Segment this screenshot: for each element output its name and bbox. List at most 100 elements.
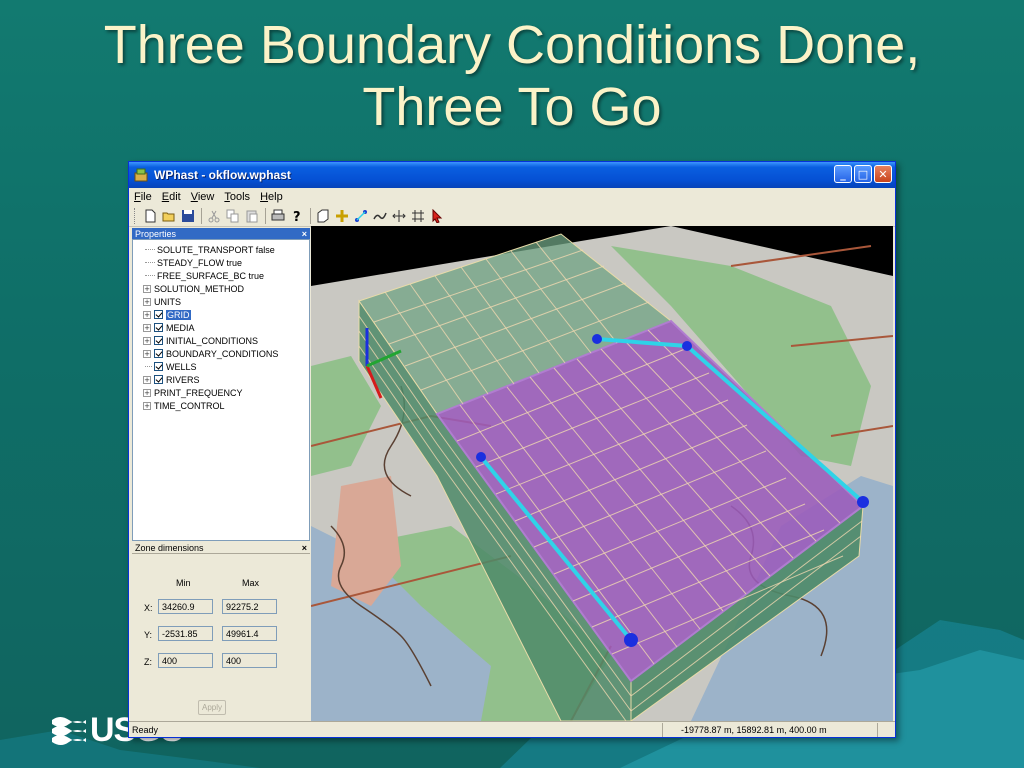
open-folder-icon bbox=[162, 212, 175, 221]
tree-item-label: MEDIA bbox=[166, 322, 195, 333]
tree-item-grid[interactable]: + GRID bbox=[133, 308, 309, 321]
media-checkbox[interactable] bbox=[154, 323, 163, 332]
paste-button[interactable] bbox=[243, 207, 261, 225]
river-node[interactable] bbox=[857, 496, 869, 508]
properties-title: Properties bbox=[135, 228, 177, 239]
new-file-icon bbox=[145, 209, 156, 222]
expand-icon[interactable]: + bbox=[143, 297, 151, 306]
zone-y-min-field[interactable]: -2531.85 bbox=[158, 626, 213, 641]
tree-item-rivers[interactable]: + RIVERS bbox=[133, 373, 309, 386]
expand-icon[interactable]: + bbox=[143, 336, 151, 345]
zone-dimensions-close-icon[interactable]: × bbox=[302, 543, 307, 553]
initial-conditions-checkbox[interactable] bbox=[154, 336, 163, 345]
grid-icon bbox=[412, 209, 424, 222]
menu-tools[interactable]: Tools bbox=[219, 191, 255, 203]
river-node[interactable] bbox=[476, 452, 486, 462]
toolbar-grip[interactable] bbox=[134, 207, 138, 224]
copy-button[interactable] bbox=[224, 207, 242, 225]
zone-x-max-field[interactable]: 92275.2 bbox=[222, 599, 277, 614]
rivers-checkbox[interactable] bbox=[154, 375, 163, 384]
expand-icon[interactable]: + bbox=[143, 401, 151, 410]
zone-button[interactable] bbox=[314, 207, 332, 225]
wells-icon bbox=[355, 209, 367, 222]
paste-icon bbox=[246, 210, 258, 222]
wells-checkbox[interactable] bbox=[154, 362, 163, 371]
tree-item-label: WELLS bbox=[166, 361, 197, 372]
boundary-conditions-checkbox[interactable] bbox=[154, 349, 163, 358]
zone-z-min-field[interactable]: 400 bbox=[158, 653, 213, 668]
move-grid-icon bbox=[392, 209, 406, 222]
grid-button[interactable] bbox=[409, 207, 427, 225]
grid-checkbox[interactable] bbox=[154, 310, 163, 319]
tree-connector bbox=[145, 262, 155, 263]
expand-icon[interactable]: + bbox=[143, 310, 151, 319]
zone-x-label: X: bbox=[144, 603, 153, 613]
title-bar[interactable]: WPhast - okflow.wphast _ □ ✕ bbox=[129, 162, 895, 188]
new-file-button[interactable] bbox=[141, 207, 159, 225]
expand-icon[interactable]: + bbox=[143, 349, 151, 358]
river-button[interactable] bbox=[371, 207, 389, 225]
tree-item-units[interactable]: + UNITS bbox=[133, 295, 309, 308]
pointer-button[interactable] bbox=[428, 207, 446, 225]
menu-view[interactable]: View bbox=[186, 191, 220, 203]
print-button[interactable] bbox=[269, 207, 287, 225]
app-icon bbox=[134, 168, 148, 182]
minimize-icon: _ bbox=[840, 167, 846, 181]
apply-button[interactable]: Apply bbox=[198, 700, 226, 715]
expand-icon[interactable]: + bbox=[143, 323, 151, 332]
properties-close-icon[interactable]: × bbox=[302, 229, 307, 239]
zone-x-min-field[interactable]: 34260.9 bbox=[158, 599, 213, 614]
help-button[interactable]: ? bbox=[288, 207, 306, 225]
zone-icon bbox=[317, 209, 329, 222]
menu-edit[interactable]: Edit bbox=[157, 191, 186, 203]
3d-viewport[interactable] bbox=[311, 226, 893, 721]
expand-icon[interactable]: + bbox=[143, 388, 151, 397]
zone-y-max-field[interactable]: 49961.4 bbox=[222, 626, 277, 641]
river-node[interactable] bbox=[592, 334, 602, 344]
cut-button[interactable] bbox=[205, 207, 223, 225]
tree-item-time-control[interactable]: + TIME_CONTROL bbox=[133, 399, 309, 412]
save-button[interactable] bbox=[179, 207, 197, 225]
zone-dimensions-title: Zone dimensions bbox=[135, 543, 204, 553]
svg-text:?: ? bbox=[293, 210, 301, 223]
zone-dimensions-panel: Zone dimensions × Min Max X: 34260.9 922… bbox=[132, 543, 310, 718]
toolbar-separator bbox=[310, 207, 311, 224]
tree-connector bbox=[145, 366, 152, 367]
maximize-button[interactable]: □ bbox=[854, 165, 872, 183]
tree-item-initial-conditions[interactable]: + INITIAL_CONDITIONS bbox=[133, 334, 309, 347]
tree-item-free-surface-bc[interactable]: FREE_SURFACE_BC true bbox=[133, 269, 309, 282]
status-coordinates: -19778.87 m, 15892.81 m, 400.00 m bbox=[663, 722, 878, 737]
close-icon: ✕ bbox=[878, 167, 888, 181]
tree-item-solution-method[interactable]: + SOLUTION_METHOD bbox=[133, 282, 309, 295]
zone-z-max-field[interactable]: 400 bbox=[222, 653, 277, 668]
river-node[interactable] bbox=[624, 633, 638, 647]
toolbar-separator bbox=[201, 207, 202, 224]
tree-item-label: GRID bbox=[166, 309, 191, 320]
river-node[interactable] bbox=[682, 341, 692, 351]
tree-item-label: SOLUTION_METHOD bbox=[154, 283, 245, 294]
expand-icon[interactable]: + bbox=[143, 284, 151, 293]
tree-item-media[interactable]: + MEDIA bbox=[133, 321, 309, 334]
tree-item-print-frequency[interactable]: + PRINT_FREQUENCY bbox=[133, 386, 309, 399]
tree-item-solute-transport[interactable]: SOLUTE_TRANSPORT false bbox=[133, 243, 309, 256]
minimize-button[interactable]: _ bbox=[834, 165, 852, 183]
menu-help[interactable]: Help bbox=[255, 191, 288, 203]
tree-item-wells[interactable]: WELLS bbox=[133, 360, 309, 373]
tree-item-label: INITIAL_CONDITIONS bbox=[166, 335, 259, 346]
expand-icon[interactable]: + bbox=[143, 375, 151, 384]
tree-item-label: PRINT_FREQUENCY bbox=[154, 387, 243, 398]
open-button[interactable] bbox=[160, 207, 178, 225]
menu-file[interactable]: File bbox=[129, 191, 157, 203]
wells-button[interactable] bbox=[352, 207, 370, 225]
pointer-icon bbox=[432, 208, 443, 223]
tree-item-label: RIVERS bbox=[166, 374, 200, 385]
help-icon: ? bbox=[293, 210, 301, 223]
tree-connector bbox=[145, 275, 155, 276]
wphast-window: WPhast - okflow.wphast _ □ ✕ File Edit V… bbox=[128, 161, 896, 738]
properties-tree: SOLUTE_TRANSPORT false STEADY_FLOW true … bbox=[132, 239, 310, 541]
close-button[interactable]: ✕ bbox=[874, 165, 892, 183]
tree-item-steady-flow[interactable]: STEADY_FLOW true bbox=[133, 256, 309, 269]
move-grid-button[interactable] bbox=[390, 207, 408, 225]
tree-item-boundary-conditions[interactable]: + BOUNDARY_CONDITIONS bbox=[133, 347, 309, 360]
crosshair-button[interactable] bbox=[333, 207, 351, 225]
